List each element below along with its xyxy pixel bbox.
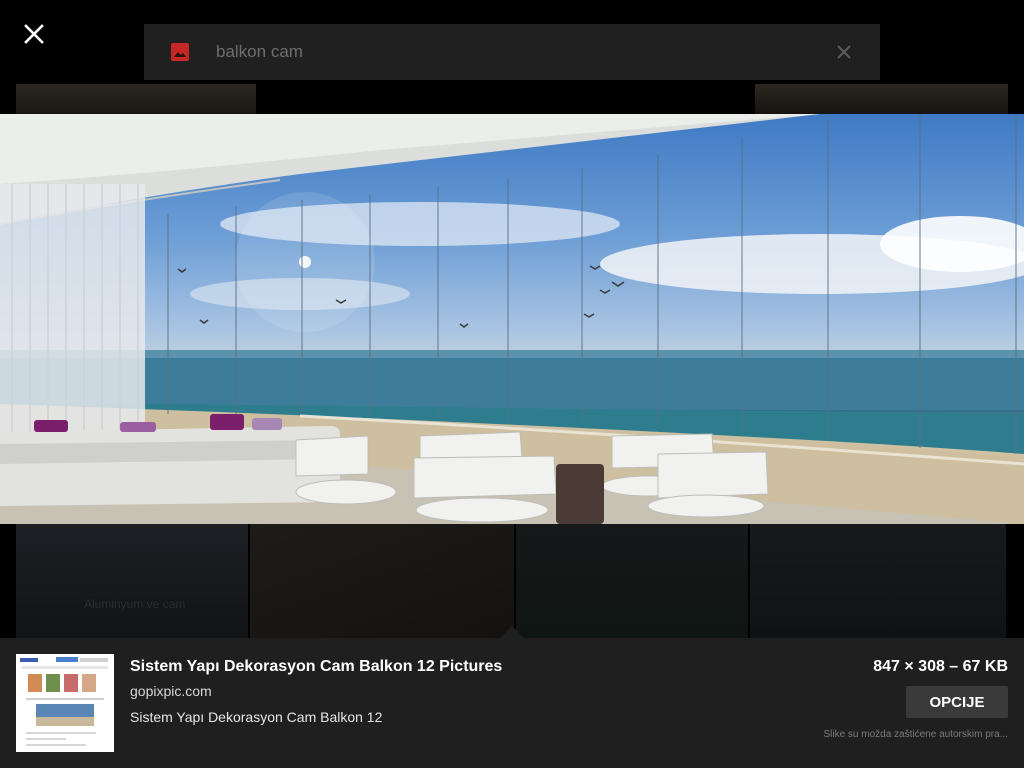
image-icon xyxy=(171,43,189,61)
result-thumbnail[interactable] xyxy=(16,524,248,638)
selection-caret xyxy=(500,626,524,638)
clear-icon xyxy=(837,45,851,59)
image-description: Sistem Yapı Dekorasyon Cam Balkon 12 xyxy=(130,709,383,725)
image-details-panel: Sistem Yapı Dekorasyon Cam Balkon 12 Pic… xyxy=(0,638,1024,768)
result-thumbnail[interactable] xyxy=(250,524,514,638)
close-viewer-button[interactable] xyxy=(18,18,50,50)
image-dimensions: 847 × 308 – 67 KB xyxy=(873,658,1008,675)
result-thumbnail[interactable] xyxy=(755,84,1008,114)
image-title[interactable]: Sistem Yapı Dekorasyon Cam Balkon 12 Pic… xyxy=(130,658,502,676)
result-caption: Aluminyum ve cam xyxy=(84,597,186,611)
search-input[interactable]: balkon cam xyxy=(216,42,832,62)
preview-image[interactable] xyxy=(0,114,1024,524)
result-thumbnail[interactable] xyxy=(516,524,748,638)
result-thumbnail[interactable] xyxy=(16,84,256,114)
search-bar[interactable]: balkon cam xyxy=(144,24,880,80)
options-button[interactable]: OPCIJE xyxy=(906,686,1008,718)
close-icon xyxy=(24,24,44,44)
copyright-notice: Slike su možda zaštićene autorskim pra..… xyxy=(823,729,1008,740)
clear-search-button[interactable] xyxy=(832,40,856,64)
source-domain[interactable]: gopixpic.com xyxy=(130,683,212,699)
source-page-thumbnail[interactable] xyxy=(16,654,114,752)
result-thumbnail[interactable] xyxy=(750,524,1006,638)
